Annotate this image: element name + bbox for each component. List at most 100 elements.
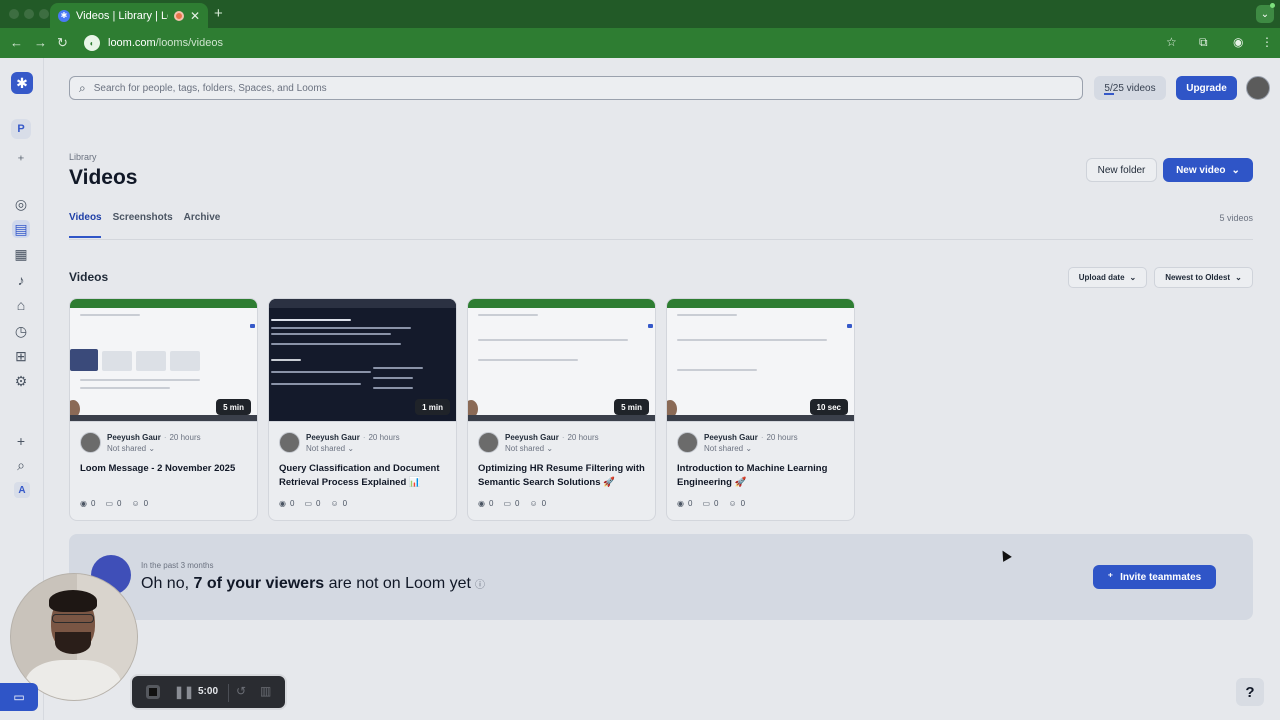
owner-avatar[interactable] bbox=[478, 432, 499, 453]
video-card[interactable]: 5 min Peeyush Gaur · 20 hours Not shared ⌄… bbox=[69, 298, 258, 521]
share-status-dropdown[interactable]: Not shared ⌄ bbox=[505, 444, 553, 453]
sort-field-dropdown[interactable]: Upload date ⌄ bbox=[1068, 267, 1147, 288]
forward-arrow-icon[interactable]: → bbox=[34, 35, 47, 50]
video-title[interactable]: Introduction to Machine Learning Enginee… bbox=[677, 462, 849, 490]
pause-icon[interactable]: ❚❚ bbox=[174, 685, 194, 699]
search-input[interactable] bbox=[93, 82, 994, 94]
banner-kicker: In the past 3 months bbox=[141, 561, 214, 570]
browser-tab[interactable]: ✱ Videos | Library | Loom ✕ bbox=[50, 3, 208, 28]
new-folder-button[interactable]: New folder bbox=[1086, 158, 1157, 182]
smiley-icon: ☺ bbox=[728, 499, 737, 508]
section-title: Videos bbox=[69, 270, 109, 284]
eye-icon: ◉ bbox=[80, 499, 87, 508]
extensions-icon[interactable]: ⧉ bbox=[1199, 35, 1208, 50]
share-status-dropdown[interactable]: Not shared ⌄ bbox=[306, 444, 354, 453]
video-thumbnail[interactable]: 10 sec bbox=[667, 299, 854, 422]
video-stats: ◉ 0 ▭ 0 ☺ 0 bbox=[80, 499, 149, 508]
invite-teammates-button[interactable]: ⁺ Invite teammates bbox=[1093, 565, 1216, 589]
tab-title: Videos | Library | Loom bbox=[76, 9, 168, 22]
new-tab-button[interactable]: + bbox=[214, 5, 223, 22]
user-avatar[interactable] bbox=[1246, 76, 1270, 100]
tab-screenshots[interactable]: Screenshots bbox=[113, 212, 173, 223]
video-total-count: 5 videos bbox=[1219, 213, 1253, 223]
workspace-avatar[interactable]: P bbox=[11, 119, 31, 139]
owner-avatar[interactable] bbox=[80, 432, 101, 453]
duration-badge: 1 min bbox=[415, 399, 450, 415]
url-text: loom.com/looms/videos bbox=[108, 37, 223, 49]
close-tab-icon[interactable]: ✕ bbox=[190, 9, 200, 23]
bookmark-icon[interactable]: ⌂ bbox=[12, 296, 30, 314]
restart-icon[interactable]: ↺ bbox=[236, 684, 246, 698]
search-icon: ⌕ bbox=[79, 80, 86, 95]
profile-circle-icon[interactable]: ◎ bbox=[12, 195, 30, 213]
video-title[interactable]: Loom Message - 2 November 2025 bbox=[80, 462, 252, 476]
camera-toggle-icon[interactable]: ▭ bbox=[0, 683, 38, 711]
trash-icon[interactable]: ▥ bbox=[260, 684, 271, 698]
profile-icon[interactable]: ◉ bbox=[1233, 35, 1243, 49]
video-thumbnail[interactable]: 5 min bbox=[70, 299, 257, 422]
eye-icon: ◉ bbox=[478, 499, 485, 508]
calendar-icon[interactable]: ▦ bbox=[12, 245, 30, 263]
video-thumbnail[interactable]: 1 min bbox=[269, 299, 456, 422]
eye-icon: ◉ bbox=[677, 499, 684, 508]
recording-indicator-icon bbox=[173, 10, 184, 21]
sort-field-label: Upload date bbox=[1078, 273, 1125, 282]
library-tabs: Videos Screenshots Archive bbox=[69, 212, 220, 223]
browser-menu-icon[interactable]: ⋮ bbox=[1261, 35, 1273, 49]
info-icon[interactable]: ⓘ bbox=[475, 580, 485, 591]
reload-icon[interactable]: ↻ bbox=[57, 35, 68, 51]
bookmark-star-icon[interactable]: ☆ bbox=[1166, 35, 1177, 49]
camera-bubble[interactable] bbox=[10, 573, 138, 701]
clock-icon[interactable]: ◷ bbox=[12, 322, 30, 340]
recording-controls: ❚❚ 5:00 ↺ ▥ bbox=[130, 674, 287, 710]
help-button[interactable]: ? bbox=[1236, 678, 1264, 706]
page-title: Videos bbox=[69, 166, 138, 189]
owner-meta: Peeyush Gaur · 20 hours bbox=[107, 433, 201, 442]
url-field[interactable]: ◐ loom.com/looms/videos bbox=[80, 32, 1190, 54]
window-zoom-dot[interactable] bbox=[39, 9, 49, 19]
account-avatar[interactable]: A bbox=[14, 482, 30, 498]
owner-meta: Peeyush Gaur · 20 hours bbox=[704, 433, 798, 442]
smiley-icon: ☺ bbox=[330, 499, 339, 508]
sort-order-dropdown[interactable]: Newest to Oldest ⌄ bbox=[1154, 267, 1253, 288]
search-icon[interactable]: ⌕ bbox=[12, 456, 30, 474]
search-bar[interactable]: ⌕ bbox=[69, 76, 1083, 100]
owner-avatar[interactable] bbox=[279, 432, 300, 453]
video-card[interactable]: 5 min Peeyush Gaur · 20 hours Not shared ⌄… bbox=[467, 298, 656, 521]
browser-tab-bar: ✱ Videos | Library | Loom ✕ + ⌄ bbox=[0, 0, 1280, 28]
video-quota-badge[interactable]: 5/25 videos bbox=[1094, 76, 1166, 100]
gear-icon[interactable]: ⚙ bbox=[12, 372, 30, 390]
window-minimize-dot[interactable] bbox=[24, 9, 34, 19]
site-info-icon[interactable]: ◐ bbox=[84, 35, 100, 51]
bell-icon[interactable]: ♪ bbox=[12, 271, 30, 289]
share-status-dropdown[interactable]: Not shared ⌄ bbox=[704, 444, 752, 453]
video-thumbnail[interactable]: 5 min bbox=[468, 299, 655, 422]
tab-videos[interactable]: Videos bbox=[69, 212, 102, 223]
comment-icon: ▭ bbox=[105, 499, 113, 508]
video-card[interactable]: 1 min Peeyush Gaur · 20 hours Not shared ⌄… bbox=[268, 298, 457, 521]
video-title[interactable]: Optimizing HR Resume Filtering with Sema… bbox=[478, 462, 650, 490]
library-icon[interactable]: ▤ bbox=[12, 220, 30, 238]
browser-address-bar: ← → ↻ ◐ loom.com/looms/videos ☆ ⧉ ◉ ⋮ bbox=[0, 28, 1280, 58]
recording-timer: 5:00 bbox=[198, 686, 219, 697]
owner-meta: Peeyush Gaur · 20 hours bbox=[505, 433, 599, 442]
loom-logo-icon[interactable]: ✱ bbox=[11, 72, 33, 94]
duration-badge: 5 min bbox=[614, 399, 649, 415]
share-status-dropdown[interactable]: Not shared ⌄ bbox=[107, 444, 155, 453]
breadcrumb[interactable]: Library bbox=[69, 152, 97, 162]
comment-icon: ▭ bbox=[304, 499, 312, 508]
new-video-button[interactable]: New video ⌄ bbox=[1163, 158, 1253, 182]
gift-icon[interactable]: ⊞ bbox=[12, 347, 30, 365]
upgrade-button[interactable]: Upgrade bbox=[1176, 76, 1237, 100]
window-close-dot[interactable] bbox=[9, 9, 19, 19]
video-card[interactable]: 10 sec Peeyush Gaur · 20 hours Not shared … bbox=[666, 298, 855, 521]
stop-recording-button[interactable] bbox=[146, 685, 160, 699]
owner-meta: Peeyush Gaur · 20 hours bbox=[306, 433, 400, 442]
plus-icon[interactable]: + bbox=[12, 432, 30, 450]
tab-archive[interactable]: Archive bbox=[184, 212, 221, 223]
video-title[interactable]: Query Classification and Document Retrie… bbox=[279, 462, 451, 490]
add-person-icon[interactable]: ⁺ bbox=[12, 151, 30, 169]
back-arrow-icon[interactable]: ← bbox=[10, 35, 23, 50]
comment-icon: ▭ bbox=[702, 499, 710, 508]
owner-avatar[interactable] bbox=[677, 432, 698, 453]
